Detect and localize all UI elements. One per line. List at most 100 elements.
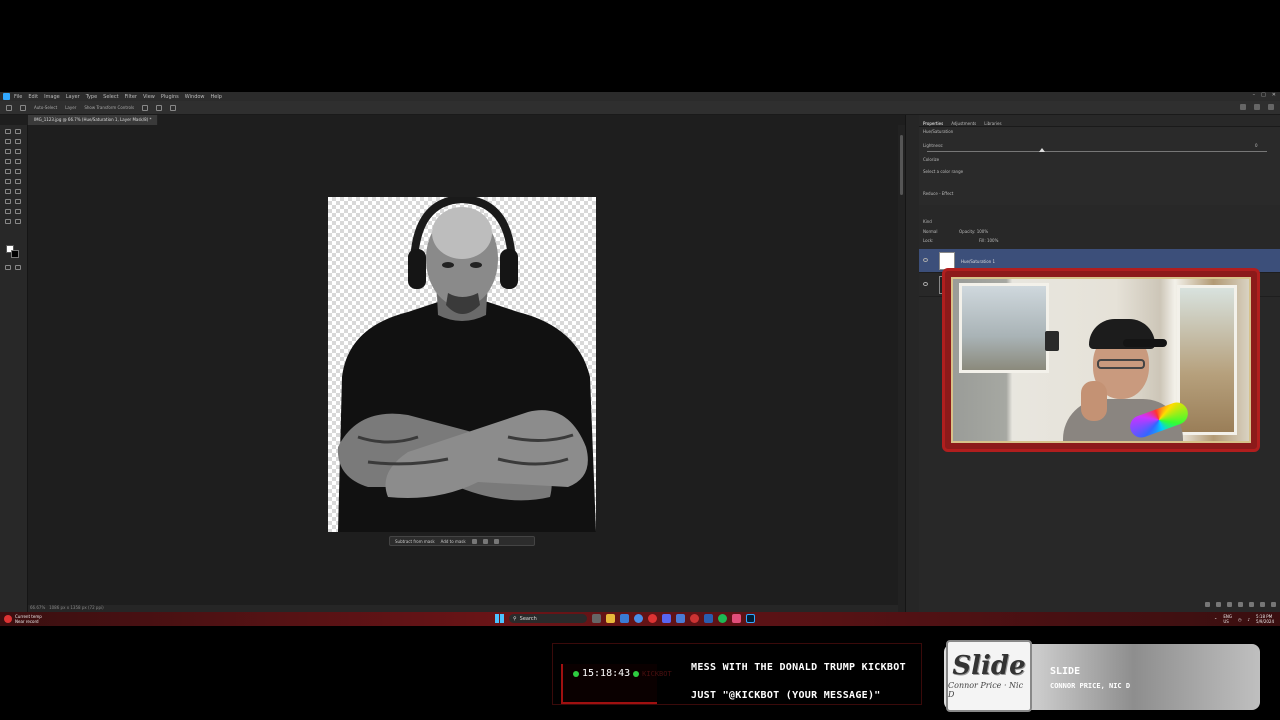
fill-field[interactable]: Fill: 100% (979, 238, 998, 243)
discord-icon[interactable] (662, 614, 671, 623)
background-color-swatch[interactable] (11, 250, 19, 258)
adjustment-icon[interactable] (1238, 602, 1243, 607)
store-icon[interactable] (620, 614, 629, 623)
lightness-value[interactable]: 0 (1255, 143, 1258, 148)
menu-plugins[interactable]: Plugins (161, 94, 179, 100)
link-icon[interactable] (1205, 602, 1210, 607)
menu-layer[interactable]: Layer (66, 94, 80, 100)
lasso-tool-icon[interactable] (5, 139, 11, 144)
eyedropper-tool-icon[interactable] (5, 159, 11, 164)
subtract-from-mask-button[interactable]: Subtract from mask (395, 539, 435, 544)
eraser-tool-icon[interactable] (15, 179, 21, 184)
weather-widget[interactable]: Current temp Near record (4, 614, 42, 624)
maximize-icon[interactable]: □ (1261, 92, 1266, 98)
marquee-tool-icon[interactable] (15, 129, 21, 134)
menu-file[interactable]: File (14, 94, 22, 100)
screen-mode-icon[interactable] (15, 265, 21, 270)
network-icon[interactable]: ◷ (1238, 617, 1242, 622)
app2-icon[interactable] (732, 614, 741, 623)
menu-image[interactable]: Image (44, 94, 60, 100)
volume-icon[interactable]: ♪ (1247, 617, 1250, 622)
menu-help[interactable]: Help (211, 94, 222, 100)
tab-libraries[interactable]: Libraries (984, 121, 1001, 126)
align-icon[interactable] (142, 104, 149, 111)
document-tab[interactable]: IMG_1123.jpg @ 66.7% (Hue/Saturation 1, … (28, 115, 159, 125)
clock[interactable]: 5:18 PM 5/9/2024 (1256, 614, 1274, 624)
vertical-scrollbar[interactable] (898, 125, 905, 612)
show-transform-checkbox[interactable]: Show Transform Controls (84, 105, 134, 110)
app-icon[interactable] (676, 614, 685, 623)
close-icon[interactable]: ✕ (1272, 92, 1276, 98)
slider-handle[interactable] (1039, 148, 1045, 152)
menu-edit[interactable]: Edit (28, 94, 38, 100)
photoshop-taskbar-icon[interactable] (746, 614, 755, 623)
object-select-tool-icon[interactable] (15, 139, 21, 144)
move-tool-icon[interactable] (5, 129, 11, 134)
move-tool-icon[interactable] (20, 104, 26, 111)
healing-tool-icon[interactable] (15, 159, 21, 164)
edge-icon[interactable] (634, 614, 643, 623)
zoom-tool-icon[interactable] (15, 219, 21, 224)
more-options-icon[interactable] (493, 538, 499, 544)
tab-properties[interactable]: Properties (923, 121, 943, 126)
photoshop-logo-icon[interactable] (3, 93, 10, 100)
blend-mode-dropdown[interactable]: Normal (923, 229, 937, 234)
trash-icon[interactable] (1271, 602, 1276, 607)
document-image[interactable] (328, 197, 596, 532)
refine-icon[interactable] (482, 538, 488, 544)
windows-start-icon[interactable] (495, 614, 504, 623)
menu-window[interactable]: Window (185, 94, 205, 100)
spotify-icon[interactable] (718, 614, 727, 623)
eye-icon[interactable] (923, 258, 928, 262)
menu-type[interactable]: Type (86, 94, 97, 100)
task-view-icon[interactable] (592, 614, 601, 623)
file-explorer-icon[interactable] (606, 614, 615, 623)
search-icon[interactable] (1254, 104, 1260, 110)
auto-select-checkbox[interactable]: Auto-Select (34, 105, 57, 110)
menu-view[interactable]: View (143, 94, 155, 100)
more-icon[interactable] (170, 104, 177, 111)
obs-icon[interactable] (690, 614, 699, 623)
stamp-tool-icon[interactable] (15, 169, 21, 174)
opera-icon[interactable] (648, 614, 657, 623)
language[interactable]: ENG US (1223, 614, 1232, 624)
layer-dropdown[interactable]: Layer (65, 105, 76, 110)
frame-tool-icon[interactable] (15, 149, 21, 154)
menu-filter[interactable]: Filter (125, 94, 137, 100)
add-to-mask-button[interactable]: Add to mask (441, 539, 466, 544)
history-brush-icon[interactable] (5, 179, 11, 184)
distribute-icon[interactable] (156, 104, 163, 111)
hand-tool-icon[interactable] (5, 219, 11, 224)
crop-tool-icon[interactable] (5, 149, 11, 154)
canvas-area[interactable]: Subtract from mask Add to mask (28, 125, 898, 605)
folder-icon[interactable] (1249, 602, 1254, 607)
minimize-icon[interactable]: – (1253, 92, 1256, 98)
vscode-icon[interactable] (704, 614, 713, 623)
tray-chevron-icon[interactable]: ⌃ (1214, 617, 1217, 622)
path-select-icon[interactable] (15, 209, 21, 214)
home-icon[interactable] (6, 104, 12, 111)
invert-icon[interactable] (471, 538, 477, 544)
type-tool-icon[interactable] (5, 209, 11, 214)
kind-filter[interactable]: Kind (923, 219, 932, 224)
mask-icon[interactable] (1227, 602, 1232, 607)
new-layer-icon[interactable] (1260, 602, 1265, 607)
eye-icon[interactable] (923, 282, 928, 286)
zoom-level[interactable]: 66.67% (30, 605, 45, 610)
lightness-slider[interactable] (927, 148, 1267, 152)
taskbar-search[interactable]: ⚲ Search (509, 614, 587, 623)
quick-mask-icon[interactable] (5, 265, 11, 270)
menu-select[interactable]: Select (103, 94, 118, 100)
tab-adjustments[interactable]: Adjustments (951, 121, 976, 126)
gradient-tool-icon[interactable] (5, 189, 11, 194)
share-icon[interactable] (1240, 104, 1246, 110)
blur-tool-icon[interactable] (15, 189, 21, 194)
workspace-icon[interactable] (1268, 104, 1274, 110)
colorize-checkbox[interactable]: Colorize (923, 157, 939, 162)
pen-tool-icon[interactable] (15, 199, 21, 204)
fx-icon[interactable] (1216, 602, 1221, 607)
brush-tool-icon[interactable] (5, 169, 11, 174)
dodge-tool-icon[interactable] (5, 199, 11, 204)
scroll-thumb[interactable] (900, 135, 903, 195)
opacity-field[interactable]: Opacity: 100% (959, 229, 988, 234)
